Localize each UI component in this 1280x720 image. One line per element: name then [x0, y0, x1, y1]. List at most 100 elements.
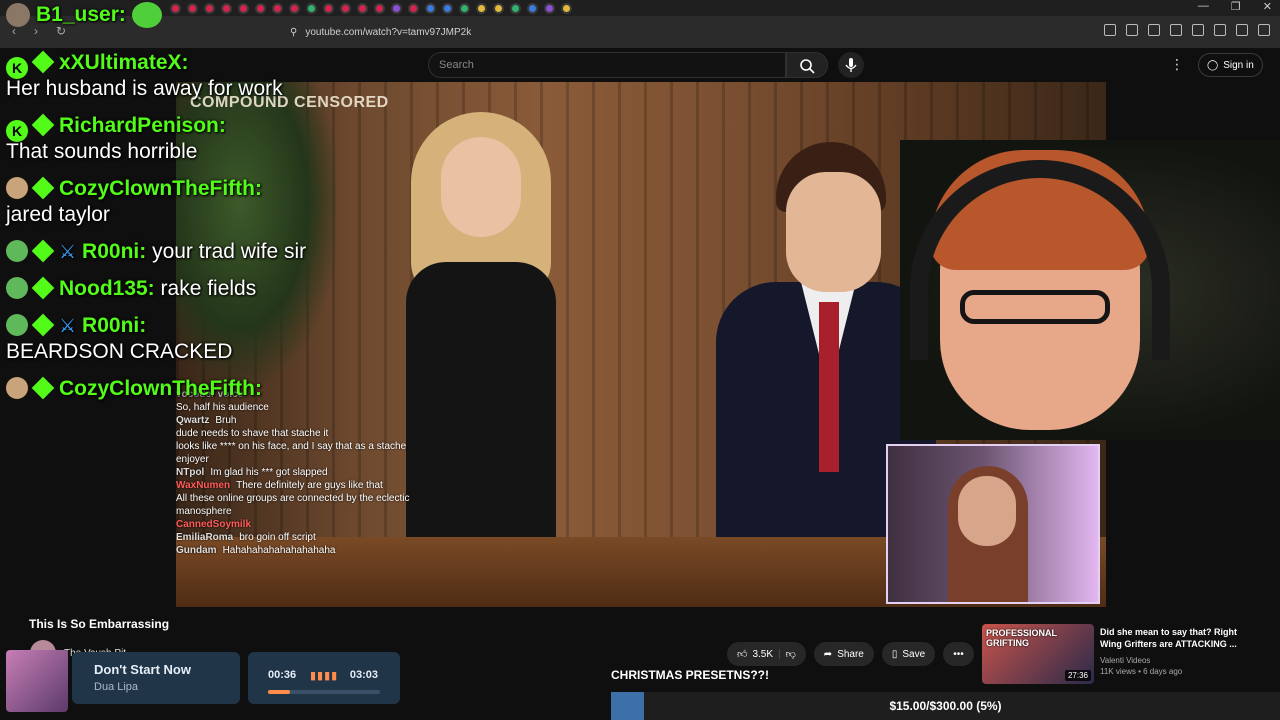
tab-favicon[interactable]	[527, 2, 538, 14]
site-info-icon[interactable]: ⚲	[290, 27, 297, 38]
url-field[interactable]: ⚲ youtube.com/watch?v=tamv97JMP2k	[290, 23, 471, 41]
tab-favicon[interactable]	[374, 2, 385, 14]
sign-in-button[interactable]: ◯ Sign in	[1198, 53, 1263, 77]
extension-icon[interactable]	[1126, 24, 1138, 36]
tab-favicon[interactable]	[442, 2, 453, 14]
search-icon	[800, 59, 815, 74]
stream-chat-overlay: KxXUltimateX: Her husband is away for wor…	[6, 50, 436, 413]
tab-favicon[interactable]	[459, 2, 470, 14]
tab-favicon[interactable]	[306, 2, 317, 14]
search-input[interactable]: Search	[428, 52, 786, 78]
donation-message: CHRISTMAS PRESETNS??!	[611, 668, 770, 682]
pepe-emote-icon	[131, 2, 162, 28]
extension-icon[interactable]	[1236, 24, 1248, 36]
chat-replay-user: Qwartz	[176, 415, 210, 426]
song-artist: Dua Lipa	[94, 681, 139, 693]
chat-replay-text: There definitely are guys like that	[236, 480, 383, 491]
tab-favicon[interactable]	[391, 2, 402, 14]
chat-username: CozyClownTheFifth:	[59, 177, 262, 200]
chat-message: K RichardPenison:	[6, 113, 436, 142]
extension-icon[interactable]	[1214, 24, 1226, 36]
song-total: 03:03	[349, 669, 378, 681]
chat-username: Nood135:	[59, 277, 155, 300]
chat-message-text: Her husband is away for work	[6, 76, 436, 102]
recommended-meta: Valenti Videos 11K views • 6 days ago	[1100, 655, 1182, 677]
chat-replay-line: EmiliaRoma bro goin off script	[176, 531, 436, 544]
album-art	[6, 650, 68, 712]
account-icon: ◯	[1207, 59, 1219, 71]
browser-tab-strip: — ❐ ✕	[0, 0, 1280, 16]
tab-favicon[interactable]	[204, 2, 215, 14]
extension-icon[interactable]	[1170, 24, 1182, 36]
settings-menu-icon[interactable]: ⋮	[1170, 56, 1184, 73]
tab-favicon[interactable]	[561, 2, 572, 14]
chat-message-body: That sounds horrible	[6, 140, 198, 163]
tab-favicon[interactable]	[425, 2, 436, 14]
tab-favicon[interactable]	[238, 2, 249, 14]
chat-replay-line: WaxNumen There definitely are guys like t…	[176, 479, 436, 492]
chat-message: KxXUltimateX:	[6, 50, 436, 79]
tab-favicon[interactable]	[170, 2, 181, 14]
tab-favicon[interactable]	[289, 2, 300, 14]
tab-favicon[interactable]	[493, 2, 504, 14]
tab-favicon[interactable]	[255, 2, 266, 14]
like-button[interactable]: 👍︎ 3.5K | 👎︎	[727, 642, 806, 666]
extension-icon[interactable]	[1104, 24, 1116, 36]
thumbs-down-icon[interactable]: 👎︎	[786, 648, 796, 660]
chat-replay-text: Bruh	[215, 415, 237, 426]
share-button[interactable]: ➦ Share	[813, 642, 874, 666]
subscriber-badge-icon	[31, 276, 55, 300]
pepe-emote-icon	[6, 277, 28, 299]
tab-favicon[interactable]	[340, 2, 351, 14]
recommended-channel[interactable]: Valenti Videos	[1100, 655, 1182, 666]
video-actions: 👍︎ 3.5K | 👎︎ ➦ Share ▯ Save •••	[727, 642, 974, 666]
tab-favicon[interactable]	[544, 2, 555, 14]
url-text: youtube.com/watch?v=tamv97JMP2k	[305, 26, 472, 38]
chat-message: ⚔ R00ni: your trad wife sir	[6, 239, 436, 265]
minimize-icon[interactable]: —	[1198, 0, 1209, 13]
chat-replay-text: enjoyer	[176, 454, 209, 465]
tab-favicon[interactable]	[272, 2, 283, 14]
tab-favicon[interactable]	[323, 2, 334, 14]
browser-extensions	[1104, 24, 1270, 36]
save-button[interactable]: ▯ Save	[881, 642, 936, 666]
tab-favicon[interactable]	[510, 2, 521, 14]
chat-replay-text: Im glad his *** got slapped	[210, 467, 328, 478]
more-actions-button[interactable]: •••	[943, 642, 974, 666]
close-icon[interactable]: ✕	[1263, 0, 1272, 13]
recommended-title[interactable]: Did she mean to say that? Right Wing Gri…	[1100, 626, 1240, 650]
extension-icon[interactable]	[1192, 24, 1204, 36]
equalizer-icon: ▮▮▮▮	[310, 670, 339, 682]
chat-replay-line: NTpol Im glad his *** got slapped	[176, 466, 436, 479]
tab-favicon[interactable]	[357, 2, 368, 14]
chat-replay-line: Gundam Hahahahahahahahahaha	[176, 544, 436, 557]
tab-favicon[interactable]	[408, 2, 419, 14]
maximize-icon[interactable]: ❐	[1231, 0, 1241, 13]
chat-username: R00ni:	[82, 314, 147, 337]
chat-username: RichardPenison:	[59, 114, 226, 137]
recommended-thumbnail[interactable]: PROFESSIONAL GRIFTING 27:36	[982, 624, 1094, 684]
chat-username: CozyClownTheFifth:	[59, 377, 262, 400]
song-timer: 00:36 ▮▮▮▮ 03:03	[248, 652, 400, 704]
song-progress	[268, 690, 380, 694]
tab-favicon[interactable]	[187, 2, 198, 14]
recommended-video[interactable]: PROFESSIONAL GRIFTING 27:36 Did she mean…	[982, 624, 1252, 684]
video-chat-replay: vocoder voice So, half his audience Qwartz…	[176, 388, 436, 557]
song-elapsed: 00:36	[268, 669, 297, 681]
chat-replay-user: Gundam	[176, 545, 217, 556]
chat-replay-line: manosphere	[176, 505, 436, 518]
bookmark-icon: ▯	[891, 648, 898, 660]
overlay-username: B1_user:	[6, 2, 162, 28]
save-label: Save	[902, 648, 926, 660]
voice-search-button[interactable]	[838, 52, 864, 78]
extension-icon[interactable]	[1148, 24, 1160, 36]
sword-badge-icon: ⚔	[59, 316, 77, 337]
more-icon: •••	[953, 648, 964, 660]
pepe-emote-icon	[6, 314, 28, 336]
stream-screen: — ❐ ✕ ‹ › ↻ ⚲ youtube.com/watch?v=tamv97…	[0, 0, 1280, 720]
tab-favicon[interactable]	[476, 2, 487, 14]
chat-replay-user: WaxNumen	[176, 480, 231, 491]
search-button[interactable]	[786, 52, 828, 78]
menu-icon[interactable]	[1258, 24, 1270, 36]
tab-favicon[interactable]	[221, 2, 232, 14]
